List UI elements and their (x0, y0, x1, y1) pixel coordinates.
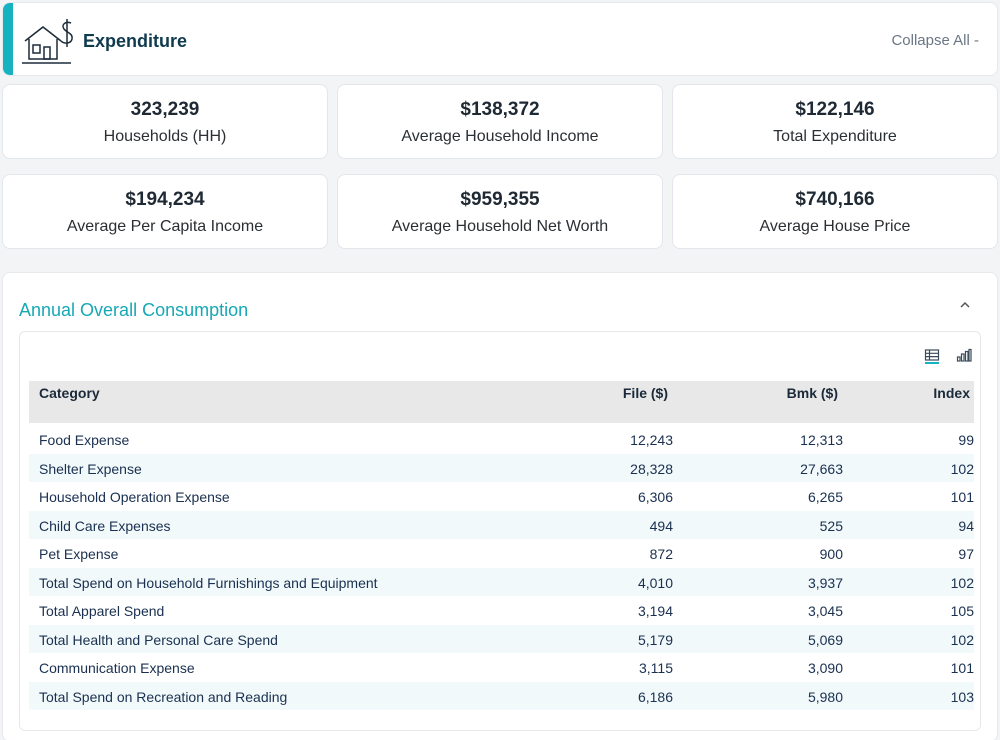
cell-bmk: 5,069 (807, 631, 843, 648)
table-row: Total Health and Personal Care Spend 5,17… (29, 624, 974, 653)
cell-bmk: 3,090 (807, 660, 843, 676)
cell-file: 5,179 (637, 631, 673, 648)
table-row: Communication Expense 3,115 3,090 101 (29, 653, 974, 681)
chevron-up-icon[interactable] (959, 299, 971, 311)
cell-index: 102 (950, 631, 974, 648)
cell-index: 101 (950, 660, 974, 676)
cell-category: Shelter Expense (39, 460, 142, 477)
table-header: Category File ($) Bmk ($) Index (29, 381, 974, 423)
cell-category: Household Operation Expense (39, 489, 230, 505)
cell-index: 105 (950, 603, 974, 619)
table-row: Total Apparel Spend 3,194 3,045 105 (29, 596, 974, 624)
stat-label: Average Household Net Worth (391, 218, 609, 235)
expenditure-header: Expenditure Collapse All - (2, 2, 998, 76)
house-dollar-icon (22, 19, 73, 64)
collapse-all-button[interactable]: Collapse All - (891, 32, 979, 49)
consumption-title: Annual Overall Consumption (19, 300, 249, 320)
column-header-category[interactable]: Category (39, 385, 100, 401)
stat-label: Average Household Income (401, 128, 599, 145)
stat-value: $138,372 (460, 99, 540, 120)
cell-bmk: 6,265 (807, 489, 843, 505)
cell-file: 6,306 (637, 489, 673, 505)
cell-index: 99 (958, 432, 974, 448)
consumption-panel: Annual Overall Consumption Category File… (2, 272, 998, 740)
table-row: Food Expense 12,243 12,313 99 (29, 425, 974, 453)
cell-category: Total Spend on Recreation and Reading (39, 688, 288, 705)
cell-index: 102 (950, 574, 974, 591)
cell-category: Child Care Expenses (39, 517, 171, 534)
stat-value: $194,234 (125, 189, 205, 210)
column-header-bmk[interactable]: Bmk ($) (787, 385, 838, 401)
cell-category: Food Expense (39, 432, 130, 448)
table-row: Total Spend on Household Furnishings and… (29, 567, 974, 596)
table-row: Child Care Expenses 494 525 94 (29, 510, 974, 539)
cell-file: 494 (649, 517, 673, 534)
cell-file: 4,010 (637, 574, 673, 591)
column-header-file[interactable]: File ($) (623, 385, 668, 401)
stat-value: 323,239 (130, 99, 200, 120)
cell-file: 3,194 (637, 603, 673, 619)
cell-category: Total Health and Personal Care Spend (39, 631, 278, 648)
stat-label: Households (HH) (103, 128, 227, 145)
table-row: Shelter Expense 28,328 27,663 102 (29, 453, 974, 482)
cell-index: 101 (950, 489, 974, 505)
table-row: Household Operation Expense 6,306 6,265 101 (29, 482, 974, 510)
cell-category: Total Apparel Spend (39, 603, 165, 619)
stat-label: Average Per Capita Income (66, 218, 264, 235)
stat-label: Total Expenditure (773, 128, 897, 145)
stat-value: $122,146 (795, 99, 875, 120)
page-title: Expenditure (83, 31, 188, 51)
cell-index: 102 (950, 460, 974, 477)
cell-file: 6,186 (637, 688, 673, 705)
cell-bmk: 27,663 (800, 460, 843, 477)
cell-file: 3,115 (639, 660, 673, 676)
table-row: Total Spend on Recreation and Reading 6,1… (29, 681, 974, 710)
cell-bmk: 3,937 (807, 574, 843, 591)
cell-bmk: 900 (819, 546, 843, 562)
consumption-table-container: Category File ($) Bmk ($) Index Food Exp… (19, 331, 981, 731)
column-header-index[interactable]: Index (933, 385, 970, 401)
table-view-icon[interactable] (924, 348, 940, 364)
cell-file: 28,328 (630, 460, 673, 477)
header-accent-bar (3, 3, 13, 75)
stat-label: Average House Price (759, 218, 911, 235)
cell-category: Communication Expense (39, 660, 195, 676)
cell-bmk: 3,045 (807, 603, 843, 619)
stat-value: $959,355 (460, 189, 540, 210)
stat-card-house-price: $740,166 Average House Price (672, 174, 998, 249)
stat-card-households: 323,239 Households (HH) (2, 84, 328, 159)
cell-index: 94 (958, 517, 974, 534)
stat-card-per-capita-income: $194,234 Average Per Capita Income (2, 174, 328, 249)
cell-category: Pet Expense (39, 546, 119, 562)
cell-category: Total Spend on Household Furnishings and… (39, 574, 378, 591)
cell-bmk: 12,313 (800, 432, 843, 448)
cell-index: 97 (958, 546, 974, 562)
stat-card-net-worth: $959,355 Average Household Net Worth (337, 174, 663, 249)
cell-file: 12,243 (630, 432, 673, 448)
chart-view-icon[interactable] (956, 348, 972, 364)
cell-index: 103 (950, 688, 974, 705)
cell-bmk: 5,980 (807, 688, 843, 705)
table-row: Pet Expense 872 900 97 (29, 539, 974, 567)
stat-card-avg-household-income: $138,372 Average Household Income (337, 84, 663, 159)
cell-bmk: 525 (819, 517, 843, 534)
cell-file: 872 (649, 546, 673, 562)
stat-value: $740,166 (795, 189, 875, 210)
stat-card-total-expenditure: $122,146 Total Expenditure (672, 84, 998, 159)
